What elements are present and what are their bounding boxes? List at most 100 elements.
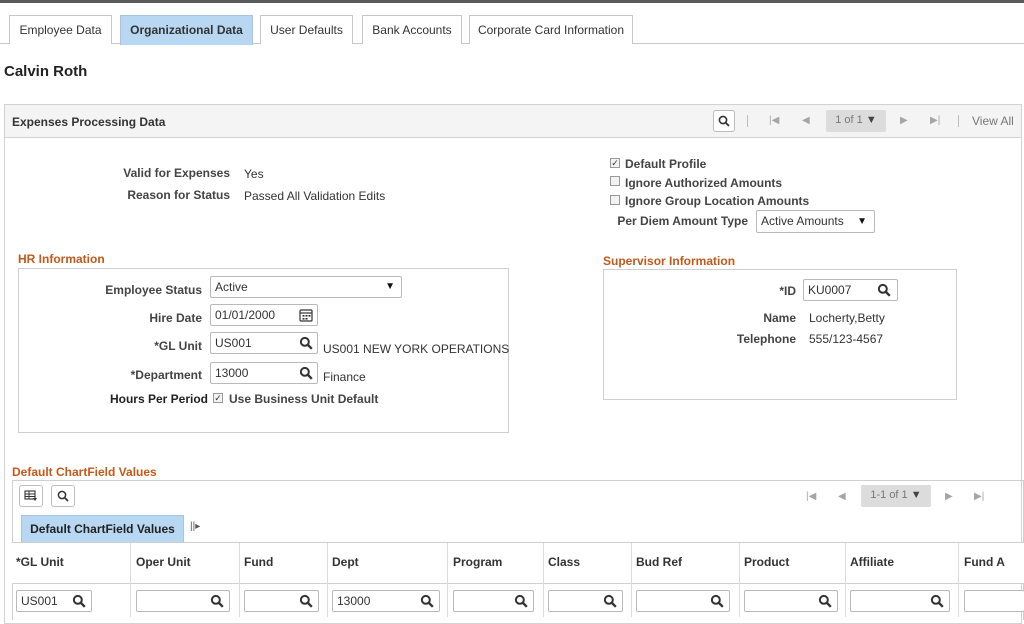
reason-label: Reason for Status — [127, 188, 230, 202]
tab-user-defaults[interactable]: User Defaults — [260, 15, 353, 44]
grid-pager-select[interactable]: 1-1 of 1 ▼ — [861, 485, 931, 507]
row-product-field[interactable] — [744, 590, 838, 612]
department-field[interactable]: 13000 — [210, 362, 318, 384]
first-page-icon[interactable]: |◀ — [806, 491, 816, 502]
col-oper-unit: Oper Unit — [136, 555, 191, 569]
show-all-columns-icon[interactable]: ||▸ — [190, 521, 200, 532]
default-profile-checkbox[interactable]: ✓ — [610, 158, 620, 168]
search-icon[interactable] — [210, 594, 224, 608]
row-pager-select[interactable]: 1 of 1 ▼ — [826, 110, 886, 132]
department-description: Finance — [323, 370, 366, 384]
hr-information-heading: HR Information — [18, 252, 105, 266]
search-icon[interactable] — [603, 594, 617, 608]
last-page-icon[interactable]: ▶| — [930, 115, 940, 126]
col-class: Class — [548, 555, 581, 569]
column-divider — [327, 543, 328, 617]
calendar-icon[interactable] — [299, 308, 313, 322]
tab-bank-accounts[interactable]: Bank Accounts — [362, 15, 462, 44]
personalize-grid-button[interactable] — [19, 485, 43, 507]
col-program: Program — [453, 555, 503, 569]
col-fund-affiliate: Fund A — [964, 555, 1005, 569]
chevron-down-icon: ▼ — [385, 281, 395, 292]
search-icon — [718, 115, 730, 127]
gl-unit-description: US001 NEW YORK OPERATIONS — [323, 342, 510, 356]
ignore-authorized-checkbox[interactable] — [610, 176, 620, 186]
row-fund-affiliate-field[interactable] — [964, 590, 1024, 612]
search-icon[interactable] — [420, 594, 434, 608]
view-all-link[interactable]: View All — [972, 114, 1014, 128]
hire-date-label: Hire Date — [149, 311, 202, 325]
hire-date-field[interactable]: 01/01/2000 — [210, 304, 318, 326]
employee-name: Calvin Roth — [4, 63, 88, 80]
col-bud-ref: Bud Ref — [636, 555, 682, 569]
row-fund-field[interactable] — [244, 590, 319, 612]
reason-value: Passed All Validation Edits — [244, 189, 386, 203]
search-icon[interactable] — [818, 594, 832, 608]
column-divider — [739, 543, 740, 617]
ignore-authorized-label: Ignore Authorized Amounts — [625, 176, 783, 190]
search-icon[interactable] — [877, 283, 891, 297]
tab-strip: Employee Data Organizational Data User D… — [0, 15, 1024, 45]
previous-page-icon[interactable]: ◀ — [802, 115, 810, 126]
last-page-icon[interactable]: ▶| — [974, 491, 984, 502]
chevron-down-icon: ▼ — [857, 216, 867, 227]
ignore-group-label: Ignore Group Location Amounts — [625, 194, 810, 208]
row-class-field[interactable] — [548, 590, 623, 612]
column-divider — [447, 543, 448, 617]
valid-label: Valid for Expenses — [123, 166, 230, 180]
row-affiliate-field[interactable] — [850, 590, 950, 612]
supervisor-name-value: Locherty,Betty — [809, 311, 885, 325]
next-page-icon[interactable]: ▶ — [900, 115, 908, 126]
row-program-field[interactable] — [453, 590, 534, 612]
row-gl-unit-field[interactable]: US001 — [16, 590, 92, 612]
search-icon[interactable] — [930, 594, 944, 608]
find-button[interactable] — [713, 110, 735, 132]
col-fund: Fund — [244, 555, 274, 569]
grid-settings-icon — [24, 490, 37, 501]
supervisor-phone-label: Telephone — [736, 332, 796, 346]
grid-find-button[interactable] — [51, 485, 75, 507]
next-page-icon[interactable]: ▶ — [945, 491, 953, 502]
department-label: *Department — [130, 368, 202, 382]
search-icon[interactable] — [710, 594, 724, 608]
row-oper-unit-field[interactable] — [136, 590, 230, 612]
search-icon[interactable] — [299, 594, 313, 608]
supervisor-id-field[interactable]: KU0007 — [803, 279, 898, 301]
per-diem-select[interactable]: Active Amounts ▼ — [756, 210, 875, 233]
chartfield-heading: Default ChartField Values — [12, 465, 157, 479]
panel-title: Expenses Processing Data — [12, 115, 166, 129]
supervisor-name-label: Name — [763, 311, 796, 325]
search-icon[interactable] — [299, 366, 313, 380]
supervisor-information-heading: Supervisor Information — [603, 254, 736, 268]
column-divider — [543, 543, 544, 617]
column-divider — [845, 543, 846, 617]
search-icon[interactable] — [299, 336, 313, 350]
search-icon[interactable] — [72, 594, 86, 608]
per-diem-label: Per Diem Amount Type — [617, 214, 748, 228]
use-bu-default-checkbox[interactable]: ✓ — [213, 393, 223, 403]
first-page-icon[interactable]: |◀ — [769, 115, 779, 126]
row-bud-ref-field[interactable] — [636, 590, 730, 612]
ignore-group-checkbox[interactable] — [610, 195, 620, 205]
row-dept-field[interactable]: 13000 — [332, 590, 440, 612]
tab-corporate-card-information[interactable]: Corporate Card Information — [469, 15, 633, 44]
previous-page-icon[interactable]: ◀ — [838, 491, 846, 502]
separator — [958, 115, 959, 127]
employee-status-select[interactable]: Active ▼ — [210, 276, 402, 298]
valid-value: Yes — [244, 167, 264, 181]
separator — [747, 115, 748, 127]
gl-unit-field[interactable]: US001 — [210, 332, 318, 354]
col-gl-unit: *GL Unit — [16, 555, 64, 569]
search-icon — [57, 490, 69, 502]
tab-default-chartfield-values[interactable]: Default ChartField Values — [21, 515, 184, 543]
tab-employee-data[interactable]: Employee Data — [9, 15, 112, 44]
gl-unit-label: *GL Unit — [154, 339, 202, 353]
col-dept: Dept — [332, 555, 359, 569]
column-divider — [130, 543, 131, 617]
use-bu-default-label: Use Business Unit Default — [229, 392, 379, 406]
column-divider — [239, 543, 240, 617]
tab-organizational-data[interactable]: Organizational Data — [120, 15, 253, 45]
search-icon[interactable] — [514, 594, 528, 608]
hours-per-period-label: Hours Per Period — [109, 392, 208, 406]
column-divider — [958, 543, 959, 617]
